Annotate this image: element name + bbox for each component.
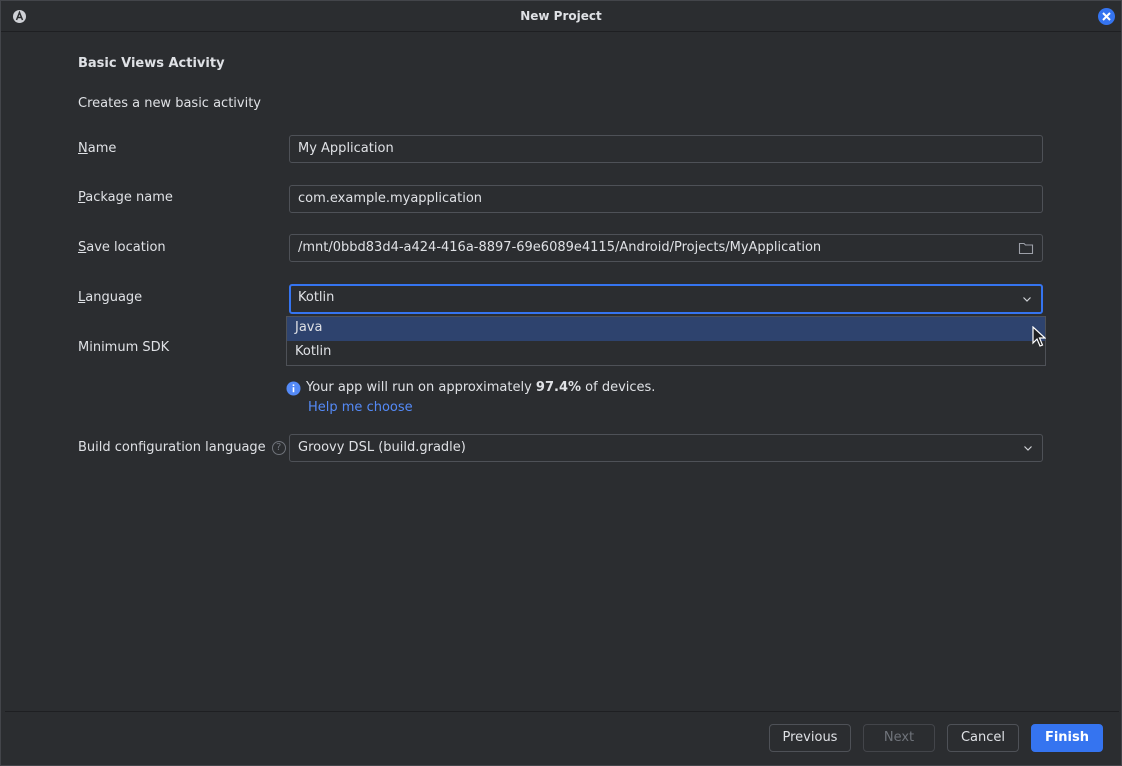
save-location-value: /mnt/0bbd83d4-a424-416a-8897-69e6089e411… bbox=[298, 240, 822, 255]
save-location-label: Save location bbox=[78, 240, 166, 255]
folder-icon[interactable] bbox=[1018, 241, 1034, 255]
help-me-choose-link[interactable]: Help me choose bbox=[308, 400, 413, 415]
help-icon[interactable]: ? bbox=[271, 441, 286, 455]
language-dropdown-list: Java Kotlin bbox=[286, 316, 1046, 366]
name-mnemonic: N bbox=[78, 141, 88, 156]
save-label-rest: ave location bbox=[86, 240, 166, 255]
chevron-down-icon[interactable] bbox=[1022, 442, 1034, 454]
chevron-down-icon[interactable] bbox=[1021, 293, 1033, 305]
next-button[interactable]: Next bbox=[863, 724, 935, 752]
language-value: Kotlin bbox=[298, 290, 335, 305]
new-project-dialog: New Project Basic Views Activity Creates… bbox=[0, 0, 1122, 766]
language-label-rest: anguage bbox=[85, 290, 143, 305]
package-name-label: Package name bbox=[78, 190, 173, 205]
close-icon[interactable] bbox=[1097, 7, 1116, 26]
language-option-java[interactable]: Java bbox=[287, 317, 1045, 341]
package-label-rest: ackage name bbox=[85, 190, 173, 205]
build-config-label: Build configuration language? bbox=[78, 440, 286, 455]
language-select[interactable]: Kotlin bbox=[289, 284, 1043, 314]
template-heading: Basic Views Activity bbox=[78, 56, 225, 71]
template-description: Creates a new basic activity bbox=[78, 96, 262, 111]
cancel-button[interactable]: Cancel bbox=[947, 724, 1019, 752]
language-label: Language bbox=[78, 290, 142, 305]
build-config-select[interactable]: Groovy DSL (build.gradle) bbox=[289, 434, 1043, 462]
name-label: Name bbox=[78, 141, 116, 156]
title-bar: New Project bbox=[1, 1, 1121, 32]
build-config-value: Groovy DSL (build.gradle) bbox=[298, 440, 466, 455]
mouse-cursor-icon bbox=[1032, 325, 1047, 348]
save-location-field[interactable]: /mnt/0bbd83d4-a424-416a-8897-69e6089e411… bbox=[289, 234, 1043, 262]
name-label-rest: ame bbox=[87, 141, 117, 156]
finish-button[interactable]: Finish bbox=[1031, 724, 1103, 752]
sdk-percent: 97.4% bbox=[535, 380, 582, 395]
language-option-kotlin[interactable]: Kotlin bbox=[287, 341, 1045, 365]
previous-button[interactable]: Previous bbox=[769, 724, 851, 752]
window-title: New Project bbox=[520, 9, 602, 23]
package-name-field[interactable]: com.example.myapplication bbox=[289, 185, 1043, 213]
sdk-info-prefix: Your app will run on approximately bbox=[306, 380, 536, 395]
build-config-label-text: Build configuration language bbox=[78, 440, 266, 455]
dialog-footer: Previous Next Cancel Finish bbox=[5, 711, 1119, 763]
info-icon bbox=[286, 381, 301, 396]
sdk-info-suffix: of devices. bbox=[581, 380, 656, 395]
name-field[interactable]: My Application bbox=[289, 135, 1043, 163]
form-panel: Basic Views Activity Creates a new basic… bbox=[5, 33, 1119, 711]
minimum-sdk-label: Minimum SDK bbox=[78, 340, 170, 355]
sdk-info-text: Your app will run on approximately 97.4%… bbox=[306, 380, 655, 395]
